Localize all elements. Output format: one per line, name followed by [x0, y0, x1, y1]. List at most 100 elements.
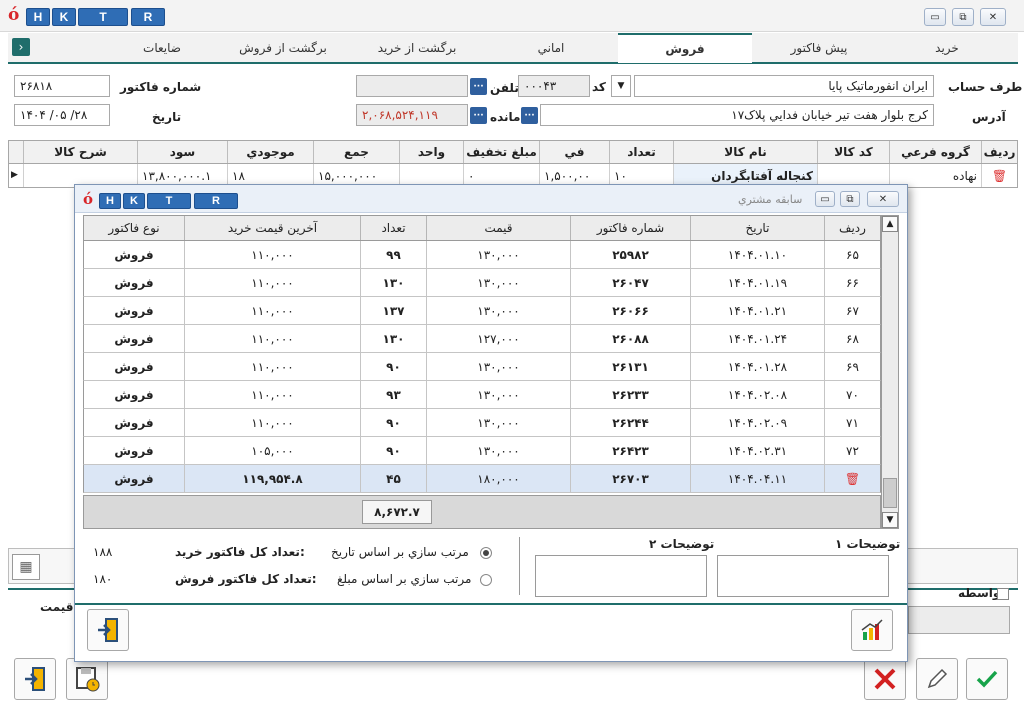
table-row[interactable]: ۶۸ ۱۴۰۴.۰۱.۲۴ ۲۶۰۸۸ ۱۲۷,۰۰۰ ۱۳۰ ۱۱۰,۰۰۰ … [83, 325, 881, 353]
shortcut-r-button[interactable]: R [131, 8, 165, 26]
invoice-number-field[interactable]: ۲۶۸۱۸ [14, 75, 110, 97]
tab-sales-return[interactable]: برگشت از فروش [216, 33, 350, 62]
scroll-up-icon[interactable]: ▲ [882, 216, 898, 232]
dialog-logo: ó [83, 190, 94, 208]
cell-invoice: ۲۶۲۳۳ [570, 381, 690, 408]
cell-invoice-type: فروش [114, 247, 154, 262]
address-field[interactable]: کرج بلوار هفت تير خيابان فدايي پلاک۱۷ [540, 104, 934, 126]
price-label: قيمت [40, 600, 74, 614]
col-unit-price[interactable]: في [539, 141, 609, 163]
row-pointer-icon: ▶ [11, 170, 18, 180]
col-total[interactable]: جمع [313, 141, 399, 163]
cell-date: ۱۴۰۴.۰۲.۰۸ [690, 381, 824, 408]
tab-consignment[interactable]: اماني [484, 33, 618, 62]
col-subgroup[interactable]: گروه فرعي [889, 141, 981, 163]
dialog-shortcut-h[interactable]: H [99, 193, 121, 209]
address-browse-button[interactable]: ··· [521, 107, 538, 124]
address-label: آدرس [972, 110, 1006, 124]
cell-invoice-type: فروش [114, 443, 154, 458]
col-discount[interactable]: مبلغ تخفيف [463, 141, 539, 163]
save-draft-button[interactable] [66, 658, 108, 700]
hcol-row[interactable]: رديف [824, 216, 880, 240]
maximize-button[interactable]: ⧉ [952, 8, 974, 26]
dialog-shortcut-t[interactable]: T [147, 193, 191, 209]
table-row[interactable]: ۷۰ ۱۴۰۴.۰۲.۰۸ ۲۶۲۳۳ ۱۳۰,۰۰۰ ۹۳ ۱۱۰,۰۰۰ ف… [83, 381, 881, 409]
dialog-shortcut-k[interactable]: K [123, 193, 145, 209]
history-scrollbar[interactable]: ▲ ▼ [881, 215, 899, 529]
shortcut-h-button[interactable]: H [26, 8, 50, 26]
dialog-minimize-button[interactable]: ▭ [815, 191, 835, 207]
dialog-close-button[interactable]: ✕ [867, 191, 899, 207]
tab-purchase[interactable]: خريد [886, 33, 1008, 62]
cell-quantity: ۹۰ [360, 437, 426, 464]
scroll-down-icon[interactable]: ▼ [882, 512, 898, 528]
tab-proforma[interactable]: پيش فاکتور [752, 33, 886, 62]
table-row[interactable]: ۶۹ ۱۴۰۴.۰۱.۲۸ ۲۶۱۳۱ ۱۳۰,۰۰۰ ۹۰ ۱۱۰,۰۰۰ ف… [83, 353, 881, 381]
phone-browse-button[interactable]: ··· [470, 78, 487, 95]
delete-icon[interactable]: 🗑 [824, 465, 880, 492]
phone-field[interactable] [356, 75, 468, 97]
delete-icon[interactable]: 🗑 [981, 164, 1017, 187]
tab-waste[interactable]: ضايعات [108, 33, 216, 62]
dialog-shortcut-r[interactable]: R [194, 193, 238, 209]
cell-invoice: ۲۵۹۸۲ [570, 241, 690, 268]
col-description[interactable]: شرح کالا [23, 141, 137, 163]
chevron-right-icon[interactable]: › [12, 38, 30, 56]
col-row[interactable]: رديف [981, 141, 1017, 163]
desc2-label: توضيحات ۲ [649, 537, 715, 551]
hcol-price[interactable]: قيمت [426, 216, 570, 240]
table-row[interactable]: ۷۲ ۱۴۰۴.۰۲.۳۱ ۲۶۴۲۳ ۱۳۰,۰۰۰ ۹۰ ۱۰۵,۰۰۰ ف… [83, 437, 881, 465]
date-field[interactable]: ۱۴۰۴ /۰۵ /۲۸ [14, 104, 110, 126]
hcol-date[interactable]: تاريخ [690, 216, 824, 240]
options-divider [519, 537, 520, 595]
sort-by-date-radio[interactable] [480, 547, 492, 559]
hcol-invoice[interactable]: شماره فاکتور [570, 216, 690, 240]
col-profit[interactable]: سود [137, 141, 227, 163]
exit-button[interactable] [14, 658, 56, 700]
confirm-button[interactable] [966, 658, 1008, 700]
table-row[interactable]: ۶۶ ۱۴۰۴.۰۱.۱۹ ۲۶۰۴۷ ۱۳۰,۰۰۰ ۱۳۰ ۱۱۰,۰۰۰ … [83, 269, 881, 297]
checkmark-icon [976, 670, 998, 688]
cell-price: ۱۳۰,۰۰۰ [426, 353, 570, 380]
cell-invoice-type: فروش [114, 331, 154, 346]
dialog-maximize-button[interactable]: ⧉ [840, 191, 860, 207]
table-row-selected[interactable]: 🗑 ۱۴۰۴.۰۴.۱۱ ۲۶۷۰۳ ۱۸۰,۰۰۰ ۴۵ ۱۱۹,۹۵۴.۸ … [83, 465, 881, 493]
dialog-exit-button[interactable] [87, 609, 129, 651]
mediator-field[interactable] [908, 606, 1010, 634]
balance-browse-button[interactable]: ··· [470, 107, 487, 124]
edit-layout-icon[interactable]: ▦ [12, 554, 40, 580]
col-item-code[interactable]: کد کالا [817, 141, 889, 163]
code-field[interactable]: ۰۰۰۴۳ [518, 75, 590, 97]
desc1-field[interactable] [717, 555, 889, 597]
close-window-button[interactable]: ✕ [980, 8, 1006, 26]
table-row[interactable]: ۶۷ ۱۴۰۴.۰۱.۲۱ ۲۶۰۶۶ ۱۳۰,۰۰۰ ۱۳۷ ۱۱۰,۰۰۰ … [83, 297, 881, 325]
hcol-quantity[interactable]: تعداد [360, 216, 426, 240]
scroll-thumb[interactable] [883, 478, 897, 508]
tab-purchase-return[interactable]: برگشت از خريد [350, 33, 484, 62]
account-field[interactable]: ايران انفورماتيک پايا [634, 75, 934, 97]
mediator-checkbox[interactable] [997, 588, 1009, 600]
sort-by-amount-radio[interactable] [480, 574, 492, 586]
cell-invoice-type: فروش [114, 275, 154, 290]
account-dropdown-button[interactable]: ▼ [611, 75, 631, 97]
hcol-last-buy[interactable]: آخرين قيمت خريد [184, 216, 360, 240]
col-item-name[interactable]: نام کالا [673, 141, 817, 163]
col-unit[interactable]: واحد [399, 141, 463, 163]
table-row[interactable]: ۶۵ ۱۴۰۴.۰۱.۱۰ ۲۵۹۸۲ ۱۳۰,۰۰۰ ۹۹ ۱۱۰,۰۰۰ ف… [83, 241, 881, 269]
hcol-invoice-type[interactable]: نوع فاکتور [84, 216, 184, 240]
shortcut-k-button[interactable]: K [52, 8, 76, 26]
minimize-button[interactable]: ▭ [924, 8, 946, 26]
edit-button[interactable] [916, 658, 958, 700]
chart-button[interactable] [851, 609, 893, 651]
col-quantity[interactable]: تعداد [609, 141, 673, 163]
cancel-button[interactable] [864, 658, 906, 700]
shortcut-t-button[interactable]: T [78, 8, 128, 26]
col-stock[interactable]: موجودي [227, 141, 313, 163]
date-label: تاريخ [152, 110, 182, 124]
desc2-field[interactable] [535, 555, 707, 597]
table-row[interactable]: ۷۱ ۱۴۰۴.۰۲.۰۹ ۲۶۲۴۴ ۱۳۰,۰۰۰ ۹۰ ۱۱۰,۰۰۰ ف… [83, 409, 881, 437]
items-grid-header: رديف گروه فرعي کد کالا نام کالا تعداد في… [8, 140, 1018, 164]
customer-history-dialog: ó H K T R سابقه مشتري ▭ ⧉ ✕ رديف تاريخ ش… [74, 184, 908, 662]
tab-sales[interactable]: فروش [618, 33, 752, 63]
cell-row: ۷۰ [824, 381, 880, 408]
